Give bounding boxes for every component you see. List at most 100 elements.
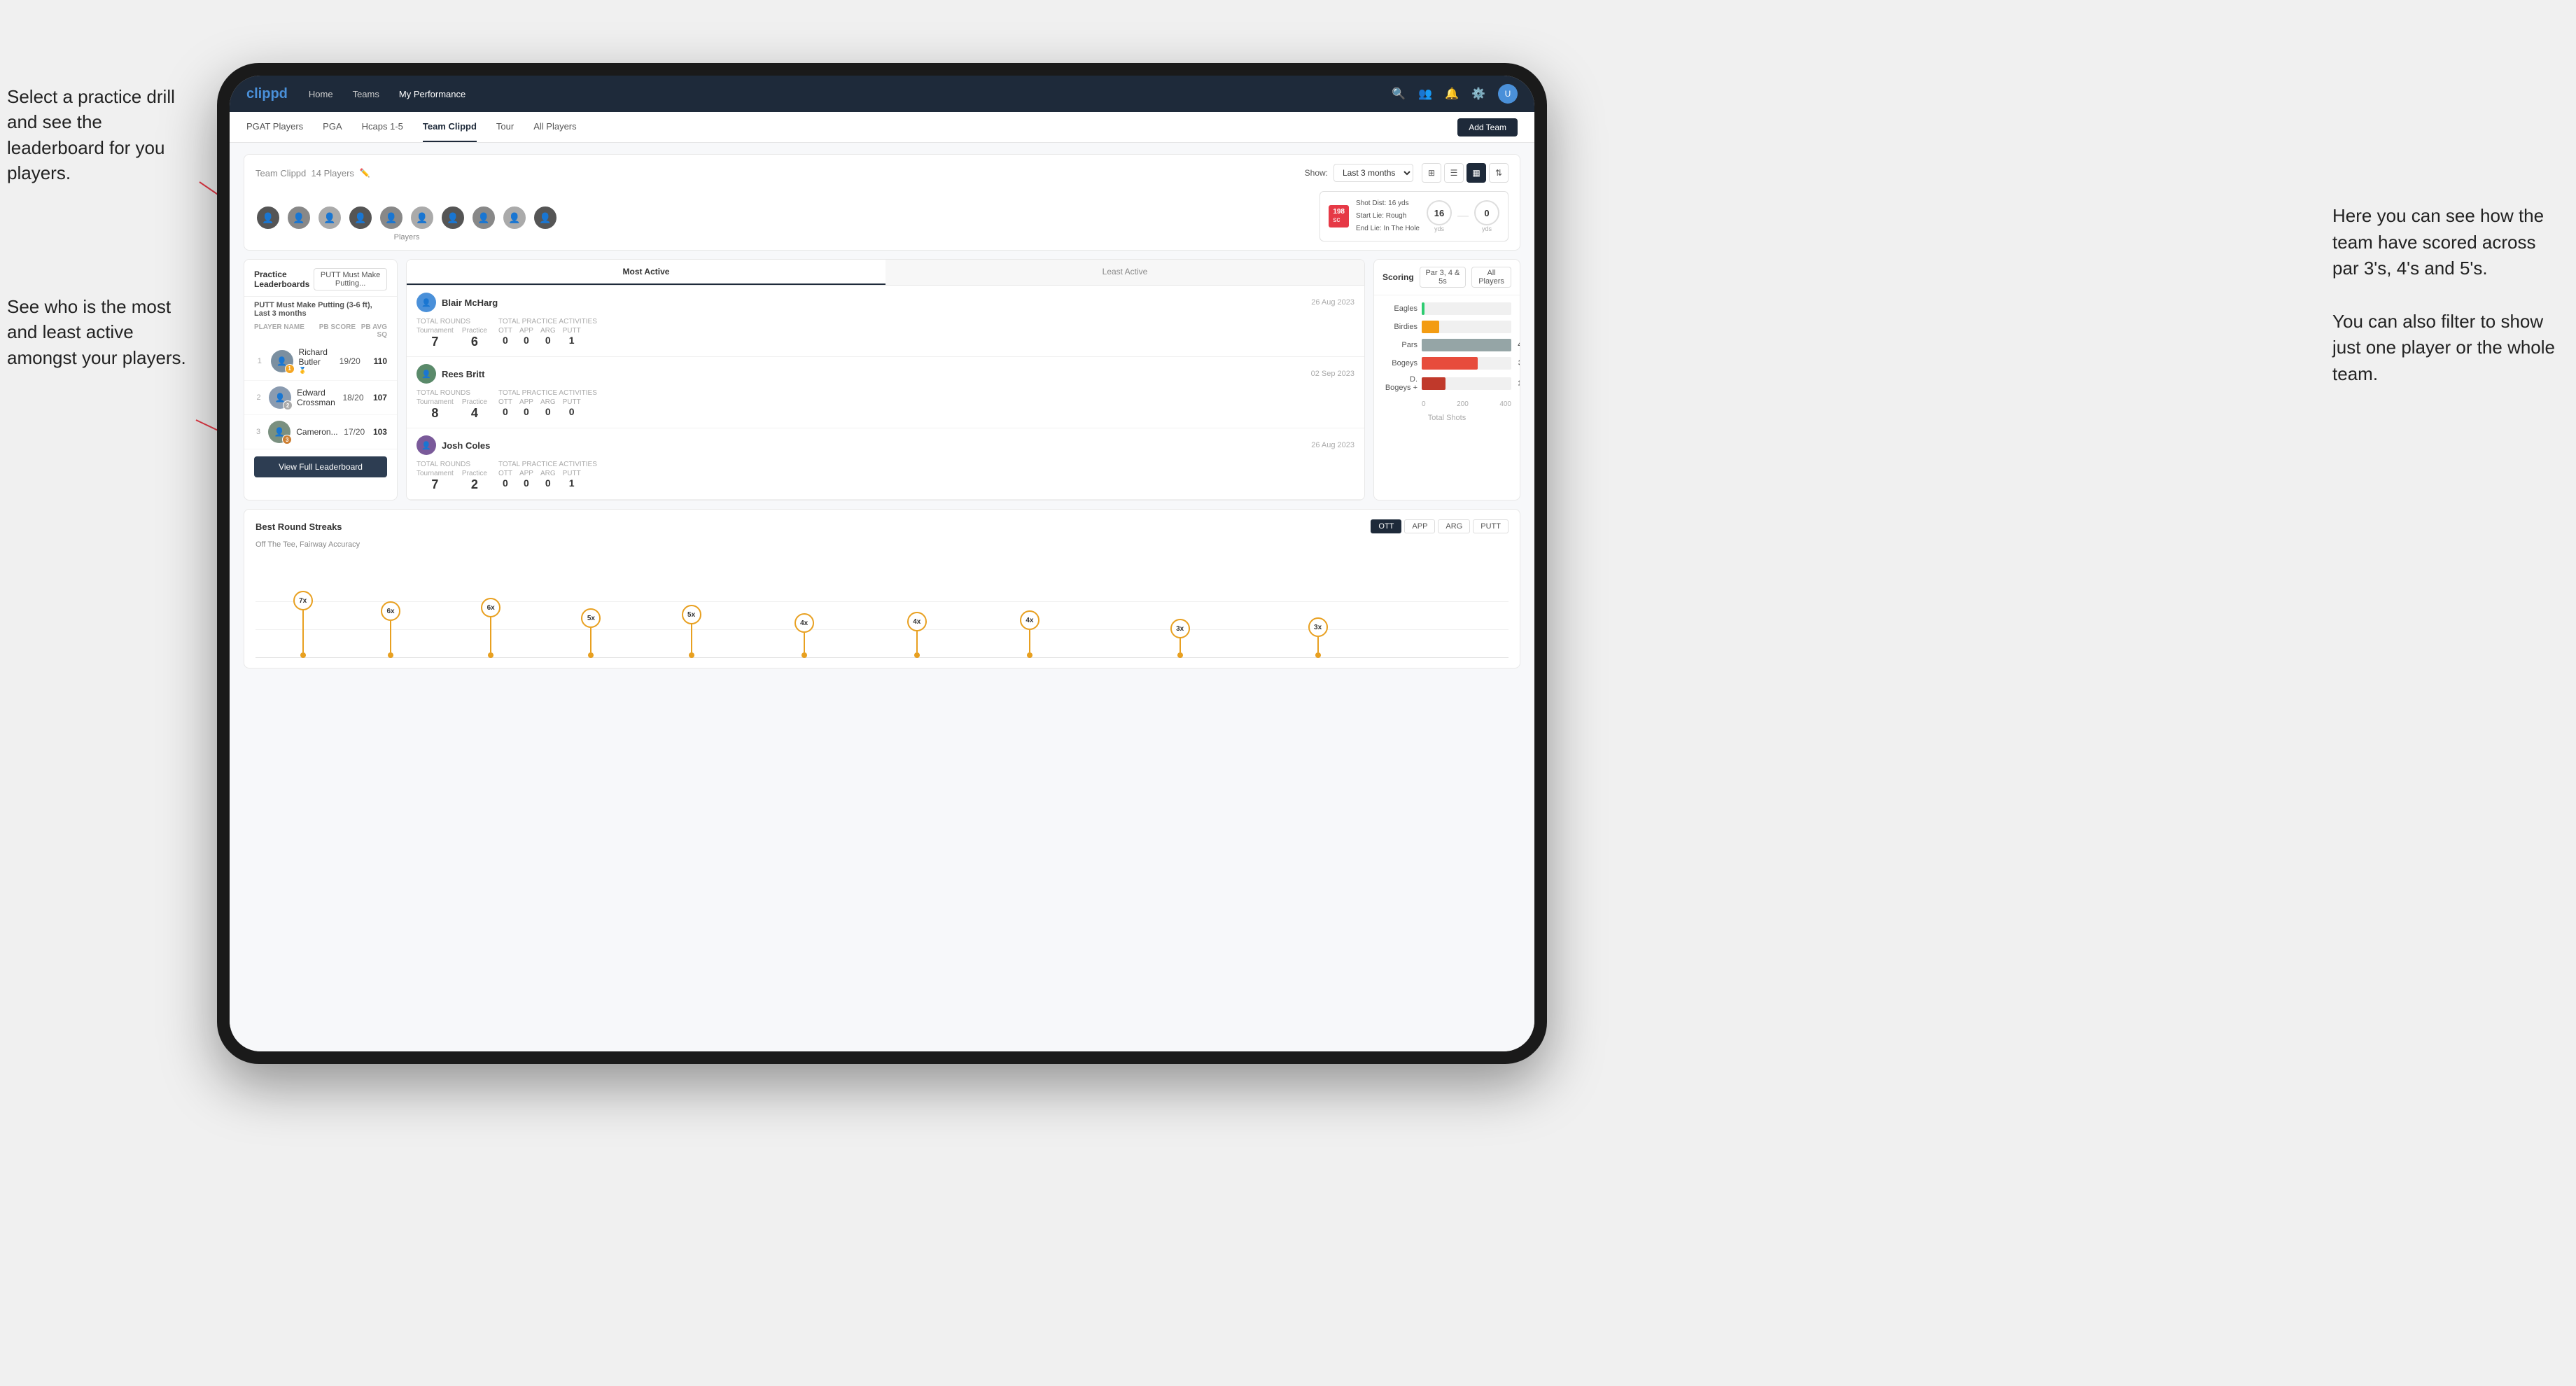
leaderboard-cols: PLAYER NAME PB SCORE PB AVG SQ — [244, 321, 397, 342]
sort-btn[interactable]: ⇅ — [1489, 163, 1508, 183]
chart-x-axis: 0 200 400 — [1422, 398, 1511, 411]
search-icon[interactable]: 🔍 — [1392, 87, 1406, 101]
bell-icon[interactable]: 🔔 — [1445, 87, 1459, 101]
streak-ott-btn[interactable]: OTT — [1371, 519, 1401, 533]
lb-score: 18/20 — [341, 393, 364, 402]
annotation-left-2: See who is the most and least active amo… — [7, 294, 189, 370]
leaderboard-item[interactable]: 3 👤 3 Cameron... 17/20 103 — [244, 415, 397, 449]
list-view-btn[interactable]: ☰ — [1444, 163, 1464, 183]
lb-name: Cameron... — [296, 427, 337, 437]
subnav-pga[interactable]: PGA — [323, 112, 342, 142]
putt-value: 1 — [569, 335, 575, 346]
streak-arg-btn[interactable]: ARG — [1438, 519, 1470, 533]
streaks-filters: OTT APP ARG PUTT — [1371, 519, 1508, 533]
player-avatar[interactable]: 👤 — [379, 205, 404, 230]
player-avatar[interactable]: 👤 — [348, 205, 373, 230]
least-active-tab[interactable]: Least Active — [886, 260, 1364, 285]
streak-node: 4x — [794, 613, 814, 658]
player-activity-card: 👤 Rees Britt 02 Sep 2023 Total Rounds To… — [407, 357, 1364, 428]
yards-stat-1: 16 — [1427, 200, 1452, 225]
streak-putt-btn[interactable]: PUTT — [1473, 519, 1508, 533]
player-avatar[interactable]: 👤 — [286, 205, 312, 230]
show-filter: Show: Last 3 months — [1305, 164, 1413, 182]
scoring-chart: Eagles 3 Birdies 96 — [1374, 295, 1520, 429]
subnav-hcaps[interactable]: Hcaps 1-5 — [362, 112, 403, 142]
drill-dropdown[interactable]: PUTT Must Make Putting... — [314, 268, 387, 290]
subnav-all-players[interactable]: All Players — [533, 112, 576, 142]
dbogeys-row: D. Bogeys + 131 — [1382, 375, 1511, 392]
subnav-pgat[interactable]: PGAT Players — [246, 112, 303, 142]
pac-name: Josh Coles — [442, 440, 1306, 451]
player-filter-dropdown[interactable]: All Players — [1471, 267, 1511, 288]
lb-score: 19/20 — [333, 356, 360, 366]
streak-node: 6x — [381, 601, 400, 658]
most-active-tab[interactable]: Most Active — [407, 260, 886, 285]
player-avatar[interactable]: 👤 — [502, 205, 527, 230]
pac-stats: Total Rounds Tournament 7 Practice 6 — [416, 318, 1354, 349]
subnav-team-clippd[interactable]: Team Clippd — [423, 112, 477, 142]
ott-value: 0 — [503, 335, 508, 346]
player-avatar[interactable]: 👤 — [317, 205, 342, 230]
birdies-row: Birdies 96 — [1382, 321, 1511, 333]
player-avatar[interactable]: 👤 — [533, 205, 558, 230]
navbar-home[interactable]: Home — [309, 89, 333, 99]
pac-name: Blair McHarg — [442, 298, 1306, 308]
pac-date: 26 Aug 2023 — [1311, 298, 1354, 307]
period-select[interactable]: Last 3 months — [1334, 164, 1413, 182]
pac-stats: Total Rounds Tournament 8 Practice 4 — [416, 389, 1354, 421]
lb-name: Edward Crossman — [297, 388, 335, 407]
people-icon[interactable]: 👥 — [1418, 87, 1432, 101]
player-avatars: 👤 👤 👤 👤 👤 👤 👤 👤 👤 👤 — [255, 205, 558, 230]
card-view-btn[interactable]: ▦ — [1466, 163, 1486, 183]
total-rounds-group: Total Rounds Tournament 7 Practice 6 — [416, 318, 487, 349]
navbar: clippd Home Teams My Performance 🔍 👥 🔔 ⚙… — [230, 76, 1534, 112]
pars-bar — [1422, 339, 1511, 351]
panel-subtitle: PUTT Must Make Putting (3-6 ft), Last 3 … — [244, 297, 397, 321]
leaderboard-item[interactable]: 1 👤 1 Richard Butler 🥇 19/20 110 — [244, 342, 397, 381]
player-avatar[interactable]: 👤 — [440, 205, 465, 230]
player-activity-card: 👤 Blair McHarg 26 Aug 2023 Total Rounds … — [407, 286, 1364, 357]
streak-node: 5x — [682, 605, 701, 658]
streak-app-btn[interactable]: APP — [1404, 519, 1435, 533]
view-full-leaderboard-button[interactable]: View Full Leaderboard — [254, 456, 387, 477]
activity-tabs: Most Active Least Active — [407, 260, 1364, 286]
pac-avatar: 👤 — [416, 293, 436, 312]
app-value: 0 — [524, 335, 529, 346]
player-avatar[interactable]: 👤 — [471, 205, 496, 230]
add-team-button[interactable]: Add Team — [1457, 118, 1518, 136]
leaderboard-item[interactable]: 2 👤 2 Edward Crossman 18/20 107 — [244, 381, 397, 415]
player-activity-card: 👤 Josh Coles 26 Aug 2023 Total Rounds To… — [407, 428, 1364, 500]
tournament-value: 8 — [431, 406, 438, 421]
player-avatar[interactable]: 👤 — [410, 205, 435, 230]
pac-name: Rees Britt — [442, 369, 1306, 379]
streaks-header: Best Round Streaks OTT APP ARG PUTT — [255, 519, 1508, 533]
settings-icon[interactable]: ⚙️ — [1471, 87, 1485, 101]
panel-header: Practice Leaderboards PUTT Must Make Put… — [244, 260, 397, 297]
streaks-chart: 7x 6x 6x 5x — [255, 560, 1508, 658]
eagles-bar — [1422, 302, 1424, 315]
practice-value: 6 — [471, 335, 478, 349]
grid-view-btn[interactable]: ⊞ — [1422, 163, 1441, 183]
navbar-my-performance[interactable]: My Performance — [399, 89, 465, 99]
par-filter-dropdown[interactable]: Par 3, 4 & 5s — [1420, 267, 1466, 288]
user-avatar[interactable]: U — [1498, 84, 1518, 104]
player-avatar[interactable]: 👤 — [255, 205, 281, 230]
pac-avatar: 👤 — [416, 364, 436, 384]
subnav-tour[interactable]: Tour — [496, 112, 514, 142]
streak-node: 4x — [1020, 610, 1040, 658]
navbar-teams[interactable]: Teams — [353, 89, 379, 99]
scoring-title: Scoring — [1382, 272, 1414, 282]
scoring-header: Scoring Par 3, 4 & 5s All Players — [1374, 260, 1520, 295]
edit-icon[interactable]: ✏️ — [360, 168, 370, 178]
streak-node: 5x — [581, 608, 601, 658]
practice-value: 4 — [471, 406, 478, 421]
lb-avatar: 👤 2 — [269, 386, 291, 409]
pac-header: 👤 Rees Britt 02 Sep 2023 — [416, 364, 1354, 384]
tournament-value: 7 — [431, 477, 438, 492]
practice-activities-group: Total Practice Activities OTT 0 APP 0 — [498, 318, 597, 349]
lb-avg: 110 — [366, 356, 387, 366]
streak-node: 7x — [293, 591, 313, 658]
team-header-top: Team Clippd 14 Players ✏️ Show: Last 3 m… — [255, 163, 1508, 183]
streak-node: 4x — [907, 612, 927, 658]
panel-title: Practice Leaderboards — [254, 270, 314, 289]
